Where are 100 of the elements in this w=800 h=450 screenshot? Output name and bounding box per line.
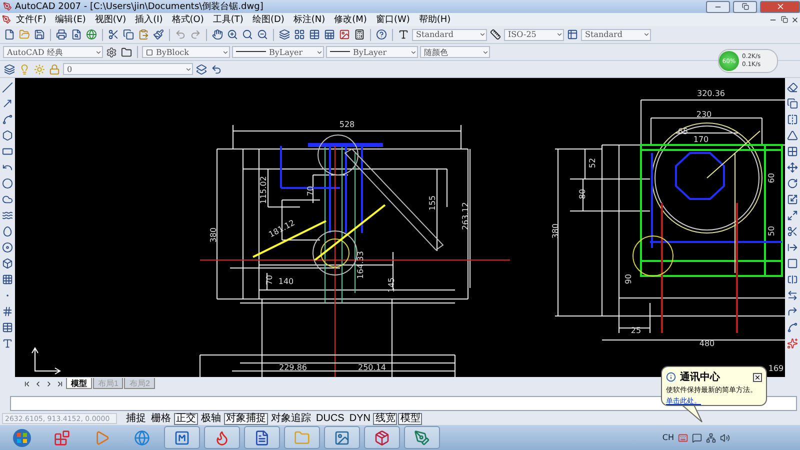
status-toggle[interactable]: 极轴 [199, 412, 223, 424]
menu-item[interactable]: 窗口(W) [372, 13, 414, 26]
line-icon[interactable] [1, 81, 14, 94]
restore-button[interactable] [779, 14, 789, 24]
undo-icon[interactable] [210, 62, 223, 76]
layers-icon[interactable] [195, 62, 208, 76]
tab-nav-button[interactable] [55, 379, 65, 389]
folder-icon[interactable] [120, 46, 133, 58]
ellipse-icon[interactable] [1, 225, 14, 238]
help-icon[interactable] [375, 28, 388, 41]
status-toggle[interactable]: 对象捕捉 [224, 412, 268, 424]
paste-icon[interactable] [137, 28, 150, 41]
circle-icon[interactable] [1, 177, 14, 190]
plot-style-dropdown[interactable]: 随颜色 [420, 46, 490, 58]
dimension-style-dropdown[interactable]: ISO-25 [504, 28, 564, 40]
new-file-icon[interactable] [3, 28, 16, 41]
menu-item[interactable]: 编辑(E) [51, 13, 90, 26]
menu-item[interactable]: 绘图(D) [248, 13, 288, 26]
zoom-in-icon[interactable] [226, 28, 239, 41]
image-icon[interactable] [338, 28, 351, 41]
array-icon[interactable] [786, 145, 799, 158]
spline-icon[interactable] [1, 209, 14, 222]
taskbar-app[interactable] [244, 426, 280, 449]
table-icon[interactable] [1, 321, 14, 334]
stretch-icon[interactable] [786, 209, 799, 222]
polygon-icon[interactable] [1, 129, 14, 142]
move-icon[interactable] [786, 161, 799, 174]
eraser-icon[interactable] [786, 81, 799, 94]
status-toggle[interactable]: 对象追踪 [269, 412, 313, 424]
printer-icon[interactable] [55, 28, 68, 41]
workspace-dropdown[interactable]: AutoCAD 经典 [3, 46, 103, 58]
hatch-icon[interactable] [1, 305, 14, 318]
taskbar-app[interactable] [404, 426, 440, 449]
fillet-icon[interactable] [786, 321, 799, 334]
zoom-out-icon[interactable] [256, 28, 269, 41]
break-icon[interactable] [786, 273, 799, 286]
network-icon[interactable] [706, 432, 716, 442]
taskbar-app[interactable] [204, 426, 240, 449]
tab-nav-button[interactable] [22, 379, 32, 389]
restore-button[interactable] [733, 0, 757, 12]
menu-item[interactable]: 工具(T) [208, 13, 248, 26]
status-toggle[interactable]: 正交 [174, 412, 198, 424]
command-line-field[interactable] [10, 396, 797, 411]
menu-item[interactable]: 视图(V) [90, 13, 130, 26]
copy-icon[interactable] [122, 28, 135, 41]
grid-icon[interactable] [293, 28, 306, 41]
block-icon[interactable] [1, 257, 14, 270]
layers-icon[interactable] [3, 62, 16, 76]
text-style-icon[interactable] [397, 28, 410, 41]
keyboard-icon[interactable] [678, 432, 688, 442]
taskbar-app[interactable] [164, 426, 200, 449]
volume-icon[interactable] [720, 432, 730, 442]
brush-icon[interactable] [152, 28, 165, 41]
minimize-button[interactable] [706, 0, 730, 12]
explode-icon[interactable] [786, 337, 799, 350]
calculator-icon[interactable] [353, 28, 366, 41]
layers-icon[interactable] [278, 28, 291, 41]
text-style-dropdown[interactable]: Standard [412, 28, 487, 40]
status-toggle[interactable]: 线宽 [373, 412, 398, 424]
text-icon[interactable] [1, 337, 14, 350]
save-icon[interactable] [33, 28, 46, 41]
table-style-icon[interactable] [566, 28, 579, 41]
menu-item[interactable]: 格式(O) [168, 13, 208, 26]
dimension-style-icon[interactable] [489, 28, 502, 41]
linetype-dropdown[interactable]: ByLayer [232, 46, 324, 58]
rotate-icon[interactable] [786, 177, 799, 190]
menu-item[interactable]: 帮助(H) [414, 13, 455, 26]
menu-item[interactable]: 修改(M) [330, 13, 371, 26]
color-dropdown[interactable]: ByBlock [142, 46, 230, 58]
table-icon[interactable] [308, 28, 321, 41]
layer-dropdown[interactable]: 0 [63, 63, 193, 75]
mirror-icon[interactable] [786, 113, 799, 126]
hand-icon[interactable] [211, 28, 224, 41]
polyline-icon[interactable] [1, 113, 14, 126]
status-toggle[interactable]: DYN [347, 412, 372, 424]
lock-icon[interactable] [48, 62, 61, 76]
scale-icon[interactable] [786, 193, 799, 206]
join-icon[interactable] [786, 289, 799, 302]
settings-icon[interactable] [105, 46, 118, 58]
search-icon[interactable] [241, 28, 254, 41]
extend-icon[interactable] [786, 241, 799, 254]
status-toggle[interactable]: 捕捉 [124, 412, 148, 424]
lineweight-dropdown[interactable]: ByLayer [326, 46, 418, 58]
table-style-dropdown[interactable]: Standard [581, 28, 651, 40]
status-toggle[interactable]: DUCS [314, 412, 346, 424]
menu-item[interactable]: 标注(N) [289, 13, 330, 26]
menu-item[interactable]: 文件(F) [12, 13, 50, 26]
status-toggle[interactable]: 栅格 [149, 412, 173, 424]
layout-tab[interactable]: 模型 [66, 378, 92, 389]
chat-icon[interactable] [692, 432, 702, 442]
ray-icon[interactable] [1, 97, 14, 110]
status-toggle[interactable]: 模型 [398, 412, 422, 424]
trim-icon[interactable] [786, 225, 799, 238]
square-icon[interactable] [786, 257, 799, 270]
menu-item[interactable]: 插入(I) [131, 13, 167, 26]
copy-icon[interactable] [786, 97, 799, 110]
sheet-icon[interactable] [323, 28, 336, 41]
taskbar-app[interactable] [364, 426, 400, 449]
insert-icon[interactable] [1, 273, 14, 286]
preview-icon[interactable] [70, 28, 83, 41]
